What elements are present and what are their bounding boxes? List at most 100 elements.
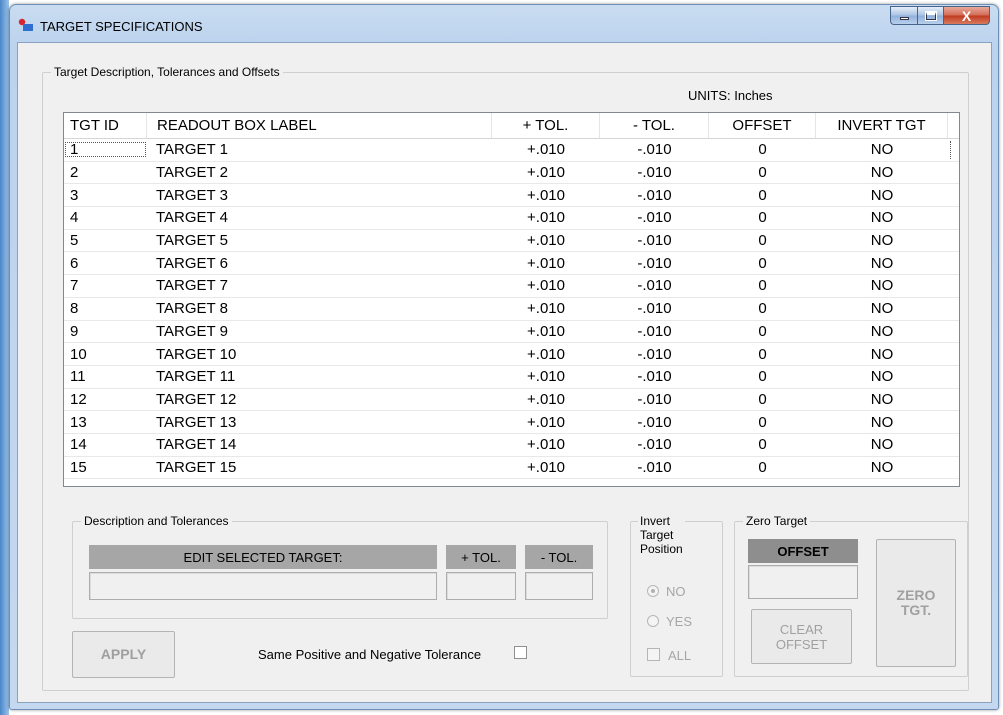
cell-invert-tgt: NO xyxy=(870,322,894,340)
cell-invert-tgt: NO xyxy=(870,232,894,250)
column-header-minus-tol[interactable]: - TOL. xyxy=(600,113,709,138)
close-icon: X xyxy=(961,7,972,24)
column-header-invert-tgt[interactable]: INVERT TGT xyxy=(816,113,948,138)
close-button[interactable]: X xyxy=(944,6,990,25)
cell-minus-tol: -.010 xyxy=(637,345,672,363)
cell-offset: 0 xyxy=(758,390,767,408)
same-tolerance-checkbox[interactable] xyxy=(514,646,527,659)
clear-offset-line-1: CLEAR xyxy=(779,621,824,637)
zero-target-line-1: ZERO xyxy=(896,587,936,603)
table-row[interactable]: 15 TARGET 15 +.010 -.010 0 NO xyxy=(64,457,959,480)
cell-readout-label: TARGET 5 xyxy=(156,232,228,250)
column-header-readout-label[interactable]: READOUT BOX LABEL xyxy=(147,113,492,138)
invert-yes-radio[interactable] xyxy=(647,615,659,627)
cell-tgt-id: 1 xyxy=(64,141,147,158)
cell-minus-tol: -.010 xyxy=(637,368,672,386)
cell-tgt-id: 4 xyxy=(70,209,79,227)
cell-minus-tol: -.010 xyxy=(637,300,672,318)
targets-table[interactable]: TGT ID READOUT BOX LABEL + TOL. - TOL. O… xyxy=(63,112,960,487)
maximize-button[interactable] xyxy=(917,6,944,25)
column-header-offset[interactable]: OFFSET xyxy=(709,113,816,138)
cell-invert-tgt: NO xyxy=(870,436,894,454)
cell-plus-tol: +.010 xyxy=(527,300,565,318)
desktop-edge xyxy=(0,0,9,715)
minimize-button[interactable] xyxy=(890,6,917,25)
plus-tol-field[interactable] xyxy=(446,572,516,600)
cell-readout-label: TARGET 3 xyxy=(156,186,228,204)
window-controls: X xyxy=(890,6,990,25)
cell-plus-tol: +.010 xyxy=(527,186,565,204)
cell-tgt-id: 15 xyxy=(70,458,87,476)
cell-tgt-id: 11 xyxy=(70,368,86,386)
cell-invert-tgt: NO xyxy=(870,458,894,476)
clear-offset-button[interactable]: CLEAR OFFSET xyxy=(751,609,852,664)
cell-offset: 0 xyxy=(758,277,767,295)
cell-invert-tgt: NO xyxy=(870,413,894,431)
table-row[interactable]: 4 TARGET 4 +.010 -.010 0 NO xyxy=(64,207,959,230)
table-row[interactable]: 5 TARGET 5 +.010 -.010 0 NO xyxy=(64,230,959,253)
cell-offset: 0 xyxy=(758,345,767,363)
table-row[interactable]: 8 TARGET 8 +.010 -.010 0 NO xyxy=(64,298,959,321)
table-row[interactable]: 1 TARGET 1 +.010 -.010 0 NO xyxy=(64,139,959,162)
cell-invert-tgt: NO xyxy=(870,300,894,318)
table-row[interactable]: 10 TARGET 10 +.010 -.010 0 NO xyxy=(64,343,959,366)
cell-tgt-id: 10 xyxy=(70,345,87,363)
dialog-client-area: Target Description, Tolerances and Offse… xyxy=(17,42,992,703)
cell-offset: 0 xyxy=(758,436,767,454)
cell-offset: 0 xyxy=(758,413,767,431)
table-row[interactable]: 13 TARGET 13 +.010 -.010 0 NO xyxy=(64,411,959,434)
invert-no-radio[interactable] xyxy=(647,585,659,597)
cell-minus-tol: -.010 xyxy=(637,413,672,431)
cell-invert-tgt: NO xyxy=(870,209,894,227)
same-tolerance-label: Same Positive and Negative Tolerance xyxy=(258,647,482,662)
minus-tol-header: - TOL. xyxy=(525,545,593,569)
targets-group-label: Target Description, Tolerances and Offse… xyxy=(51,65,283,79)
title-bar[interactable]: TARGET SPECIFICATIONS X xyxy=(10,5,998,41)
table-row[interactable]: 12 TARGET 12 +.010 -.010 0 NO xyxy=(64,389,959,412)
zero-offset-field[interactable] xyxy=(748,565,858,599)
column-header-plus-tol[interactable]: + TOL. xyxy=(492,113,600,138)
invert-label-line-3: Position xyxy=(640,542,683,556)
cell-readout-label: TARGET 9 xyxy=(156,322,228,340)
edit-target-label-field[interactable] xyxy=(89,572,437,600)
zero-target-button[interactable]: ZERO TGT. xyxy=(876,539,956,667)
cell-minus-tol: -.010 xyxy=(637,209,672,227)
plus-tol-header: + TOL. xyxy=(446,545,516,569)
table-row[interactable]: 14 TARGET 14 +.010 -.010 0 NO xyxy=(64,434,959,457)
table-row[interactable]: 2 TARGET 2 +.010 -.010 0 NO xyxy=(64,162,959,185)
cell-offset: 0 xyxy=(758,209,767,227)
minus-tol-field[interactable] xyxy=(525,572,593,600)
invert-all-checkbox[interactable] xyxy=(647,648,660,661)
invert-all-label: ALL xyxy=(668,648,692,663)
cell-invert-tgt: NO xyxy=(870,390,894,408)
cell-tgt-id: 14 xyxy=(70,436,87,454)
cell-plus-tol: +.010 xyxy=(527,345,565,363)
cell-offset: 0 xyxy=(758,186,767,204)
table-row[interactable]: 11 TARGET 11 +.010 -.010 0 NO xyxy=(64,366,959,389)
cell-plus-tol: +.010 xyxy=(527,232,565,250)
zero-target-line-2: TGT. xyxy=(900,602,932,618)
description-group-label: Description and Tolerances xyxy=(81,514,232,528)
cell-offset: 0 xyxy=(758,164,767,182)
table-row[interactable]: 9 TARGET 9 +.010 -.010 0 NO xyxy=(64,321,959,344)
column-header-tgt-id[interactable]: TGT ID xyxy=(64,113,147,138)
invert-label-line-1: Invert xyxy=(640,514,671,528)
cell-offset: 0 xyxy=(758,300,767,318)
cell-readout-label: TARGET 1 xyxy=(156,141,228,159)
cell-plus-tol: +.010 xyxy=(527,322,565,340)
cell-readout-label: TARGET 7 xyxy=(156,277,228,295)
cell-offset: 0 xyxy=(758,368,767,386)
table-row[interactable]: 3 TARGET 3 +.010 -.010 0 NO xyxy=(64,184,959,208)
table-row[interactable]: 6 TARGET 6 +.010 -.010 0 NO xyxy=(64,252,959,276)
table-row[interactable]: 7 TARGET 7 +.010 -.010 0 NO xyxy=(64,275,959,298)
cell-invert-tgt: NO xyxy=(870,368,894,386)
minimize-icon xyxy=(899,17,909,20)
cell-readout-label: TARGET 8 xyxy=(156,300,228,318)
cell-minus-tol: -.010 xyxy=(637,458,672,476)
invert-label-line-2: Target xyxy=(640,528,674,542)
cell-minus-tol: -.010 xyxy=(637,141,672,159)
cell-readout-label: TARGET 14 xyxy=(156,436,237,454)
cell-offset: 0 xyxy=(758,254,767,272)
cell-minus-tol: -.010 xyxy=(637,322,672,340)
apply-button[interactable]: APPLY xyxy=(72,631,175,678)
